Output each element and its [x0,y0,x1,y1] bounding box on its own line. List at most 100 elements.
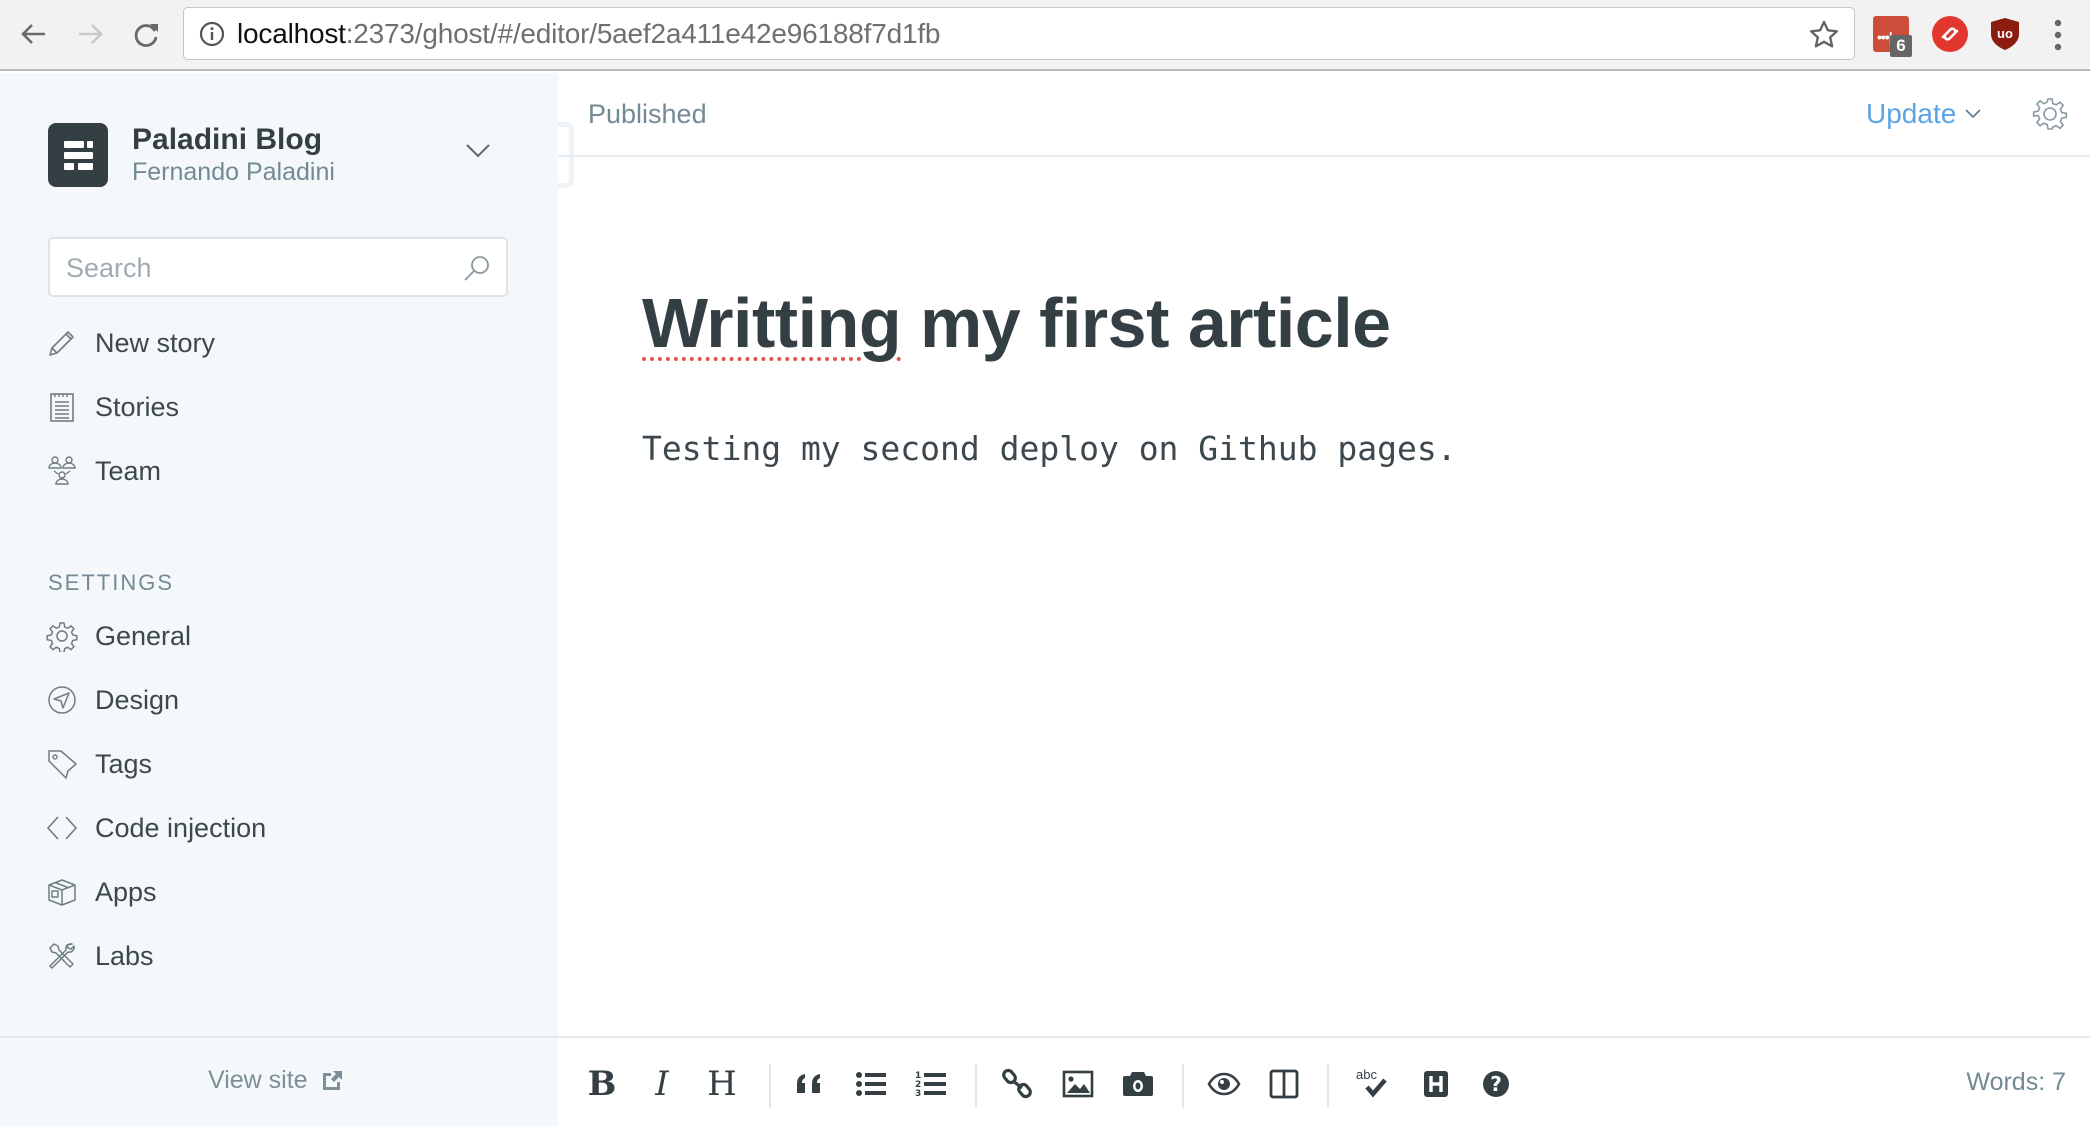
heading-toggle-button[interactable] [1416,1064,1456,1104]
spellcheck-button[interactable]: abc [1350,1064,1398,1104]
back-icon [21,24,45,44]
editor: Published Update Writting my first artic… [558,73,2090,1126]
compass-icon [44,682,80,718]
extension-badge: 6 [1890,35,1912,57]
columns-icon [1269,1069,1299,1099]
bulleted-list-icon [856,1072,886,1096]
italic-button[interactable]: I [642,1064,682,1104]
image-button[interactable] [1058,1064,1098,1104]
help-icon: ? [1483,1071,1509,1097]
sidebar-item-general[interactable]: General [44,613,514,659]
post-title[interactable]: Writting my first article [642,283,1391,363]
sidebar-item-apps[interactable]: Apps [44,869,514,915]
url-text[interactable]: localhost:2373/ghost/#/editor/5aef2a411e… [237,18,940,50]
sidebar-item-team[interactable]: Team [44,448,514,494]
word-count: Words: 7 [1966,1068,2066,1096]
svg-text:uo: uo [1997,26,2013,41]
reload-icon [134,24,158,47]
misspelled-word: Writting [642,284,902,362]
sidebar-item-label: Design [95,684,180,715]
eye-icon [1207,1072,1241,1096]
editor-toolbar: B I H 123 abc ? Words: 7 [558,1036,2090,1126]
back-button[interactable] [14,14,54,54]
bulleted-list-button[interactable] [851,1064,891,1104]
sidebar-item-design[interactable]: Design [44,677,514,723]
quote-icon [797,1074,820,1093]
search-box[interactable] [48,237,508,297]
svg-text:?: ? [1490,1072,1502,1096]
numbered-list-button[interactable]: 123 [911,1064,951,1104]
post-body[interactable]: Testing my second deploy on Github pages… [642,429,1457,468]
blog-logo-icon[interactable] [48,123,108,187]
post-title-rest: my first article [901,284,1391,362]
editor-header: Published Update [558,73,2090,157]
box-icon [44,874,80,910]
chevron-down-icon [1965,109,1981,119]
info-icon[interactable] [198,20,226,48]
svg-text:abc: abc [1356,1067,1377,1082]
sidebar-item-new-story[interactable]: New story [44,320,514,366]
star-icon[interactable] [1808,19,1840,51]
sidebar-item-tags[interactable]: Tags [44,741,514,787]
chevron-down-icon[interactable] [465,142,491,160]
forward-icon [79,24,103,44]
heading-box-icon [1424,1071,1448,1097]
sidebar-item-label: New story [95,327,216,358]
help-button[interactable]: ? [1476,1064,1516,1104]
tag-icon [44,746,80,782]
view-site-label: View site [208,1066,308,1094]
sidebar-footer: View site [0,1036,558,1126]
gear-icon [44,618,80,654]
link-button[interactable] [998,1064,1038,1104]
address-bar[interactable]: localhost:2373/ghost/#/editor/5aef2a411e… [183,7,1855,60]
side-by-side-button[interactable] [1264,1064,1304,1104]
svg-text:3: 3 [915,1089,921,1099]
sidebar-item-stories[interactable]: Stories [44,384,514,430]
post-status: Published [588,99,707,129]
sidebar: Paladini Blog Fernando Paladini New stor… [0,73,558,1126]
tools-icon [44,938,80,974]
browser-toolbar: localhost:2373/ghost/#/editor/5aef2a411e… [0,0,2090,71]
authy-icon[interactable] [1932,16,1968,52]
url-path: :2373/ghost/#/editor/5aef2a411e42e96188f… [345,18,941,49]
reload-button[interactable] [126,14,166,54]
link-icon [1002,1068,1032,1099]
url-host: localhost [237,18,346,49]
post-settings-gear-icon[interactable] [2032,96,2068,132]
spellcheck-icon: abc [1356,1067,1387,1098]
numbered-list-icon: 123 [915,1071,946,1099]
team-icon [44,453,80,489]
sidebar-item-label: Stories [95,391,180,422]
sidebar-item-labs[interactable]: Labs [44,933,514,979]
preview-button[interactable] [1204,1064,1244,1104]
quote-button[interactable] [791,1064,831,1104]
update-label: Update [1866,98,1957,129]
sidebar-item-label: Labs [95,940,154,971]
code-icon [44,810,80,846]
forward-button[interactable] [70,14,110,54]
toolbar-separator [1182,1064,1184,1108]
camera-icon [1123,1072,1153,1096]
sidebar-item-code-injection[interactable]: Code injection [44,805,514,851]
heading-button[interactable]: H [702,1064,742,1104]
blog-title[interactable]: Paladini Blog [132,123,322,157]
search-input[interactable] [66,249,446,287]
view-site-link[interactable]: View site [208,1066,344,1095]
notepad-icon [44,389,80,425]
menu-icon[interactable] [2052,18,2064,52]
sidebar-item-label: Apps [95,876,157,907]
toolbar-separator [769,1064,771,1108]
sidebar-item-label: Tags [95,748,153,779]
ublock-icon[interactable]: uo [1987,16,2023,52]
bold-button[interactable]: B [582,1064,622,1104]
image-icon [1062,1070,1094,1098]
settings-section-label: SETTINGS [48,570,175,595]
blog-user[interactable]: Fernando Paladini [132,158,335,187]
pencil-icon [44,325,80,361]
sidebar-item-label: Code injection [95,812,267,843]
update-button[interactable]: Update [1866,98,1982,130]
camera-button[interactable] [1118,1064,1158,1104]
search-icon[interactable] [462,253,492,283]
toolbar-separator [975,1064,977,1108]
sidebar-item-label: Team [95,455,162,486]
